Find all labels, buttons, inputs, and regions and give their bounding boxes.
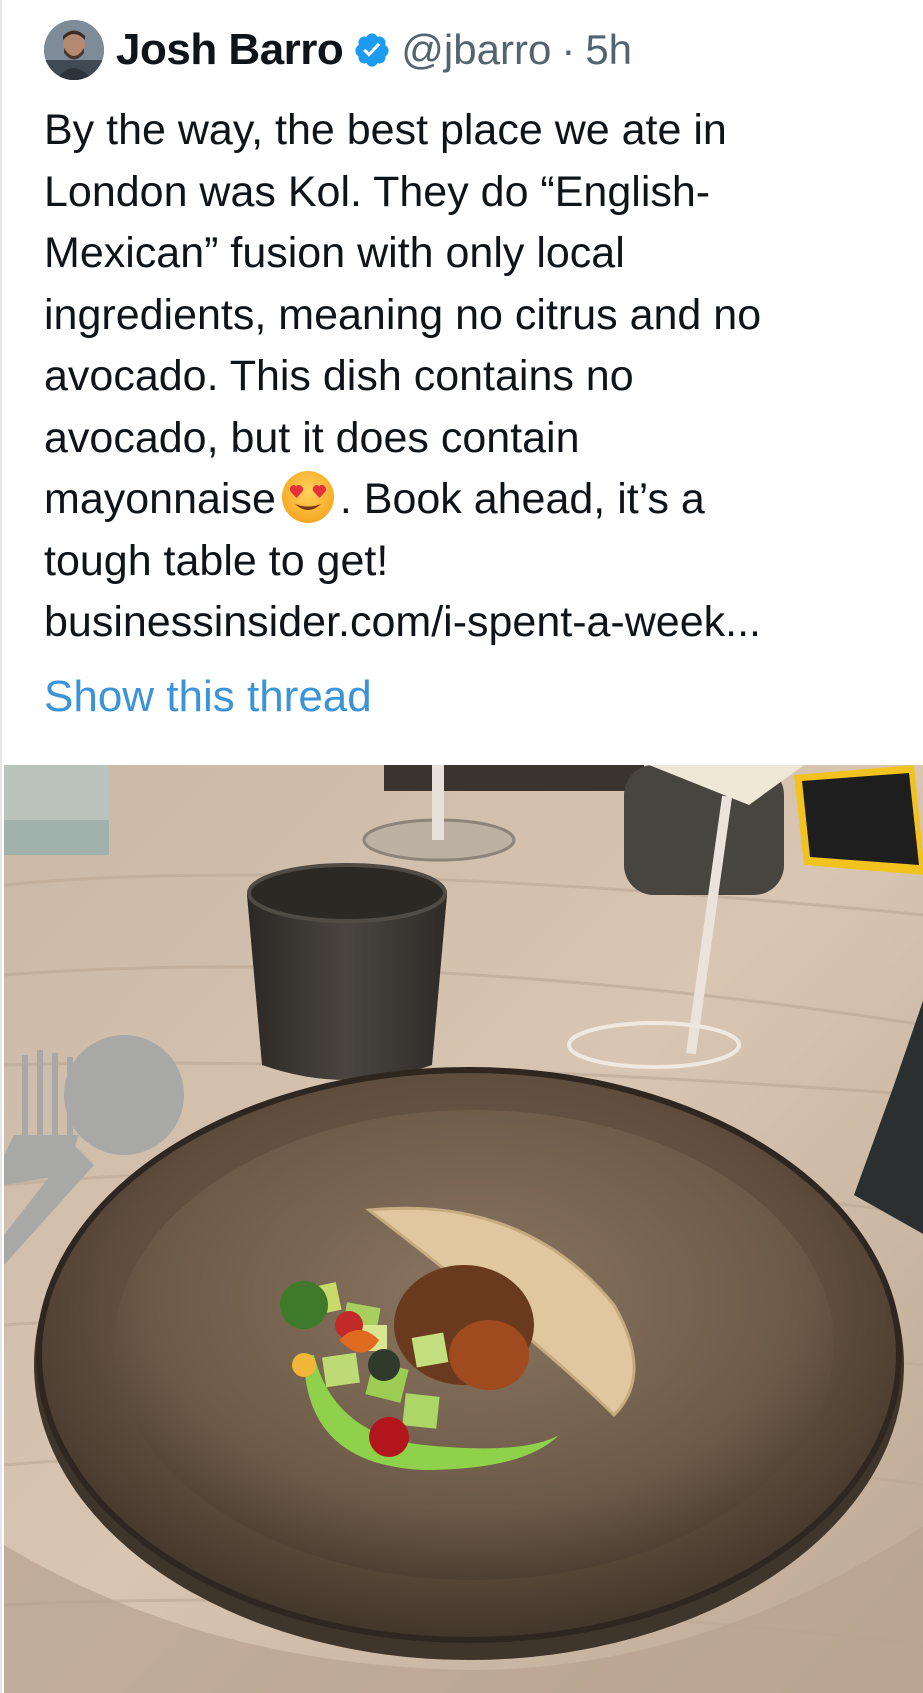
food-photo[interactable] xyxy=(4,765,923,1693)
timestamp[interactable]: 5h xyxy=(585,26,632,74)
heart-eyes-emoji xyxy=(280,469,336,525)
separator-dot: · xyxy=(561,26,576,73)
tweet-card[interactable]: Josh Barro @jbarro · 5h By the way, the … xyxy=(0,0,923,1693)
show-thread-link[interactable]: Show this thread xyxy=(44,672,372,722)
tweet-text-before-emoji: By the way, the best place we ate in Lon… xyxy=(44,106,762,523)
author-handle[interactable]: @jbarro xyxy=(401,26,551,74)
food-photo-illustration xyxy=(4,765,923,1693)
tweet-text: By the way, the best place we ate in Lon… xyxy=(44,100,914,654)
avatar[interactable] xyxy=(44,20,104,80)
tweet-link[interactable]: businessinsider.com/i-spent-a-week... xyxy=(44,592,914,654)
tweet-header: Josh Barro @jbarro · 5h xyxy=(44,20,632,80)
verified-badge-icon xyxy=(353,31,391,69)
author-name[interactable]: Josh Barro xyxy=(116,25,344,75)
